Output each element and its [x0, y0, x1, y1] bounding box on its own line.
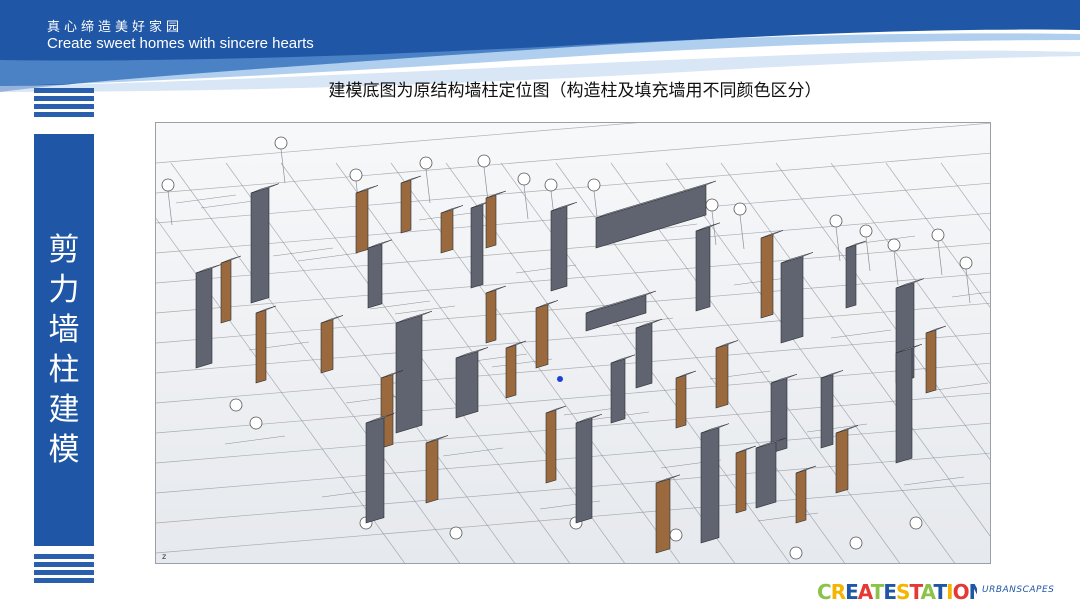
- sidebar-top-stripes: [34, 88, 94, 120]
- company-logo: CREATESTATIONS: [817, 580, 977, 603]
- section-title-char: 柱: [48, 352, 80, 388]
- bim-model-image: z: [155, 122, 991, 564]
- slide-title: 建模底图为原结构墙柱定位图（构造柱及填充墙用不同颜色区分）: [328, 81, 822, 101]
- sidebar-section-label: 剪 力 墙 柱 建 模: [34, 88, 94, 594]
- section-title-char: 墙: [48, 312, 80, 348]
- section-title-char: 模: [48, 432, 80, 468]
- logo-subtitle: URBANSCAPES: [982, 585, 1055, 595]
- section-title-char: 剪: [48, 232, 80, 268]
- sidebar-bottom-stripes: [34, 554, 94, 586]
- section-title-vertical: 剪 力 墙 柱 建 模: [34, 230, 94, 470]
- section-title-char: 建: [48, 392, 80, 428]
- shear-wall-column-3d-model: z: [156, 123, 990, 563]
- section-title-char: 力: [48, 272, 80, 308]
- company-slogan-cn: 真心缔造美好家园: [47, 20, 184, 35]
- company-slogan-en: Create sweet homes with sincere hearts: [47, 35, 314, 52]
- logo-wordmark: CREATESTATIONS: [817, 580, 977, 603]
- axis-indicator-icon: z: [162, 552, 166, 561]
